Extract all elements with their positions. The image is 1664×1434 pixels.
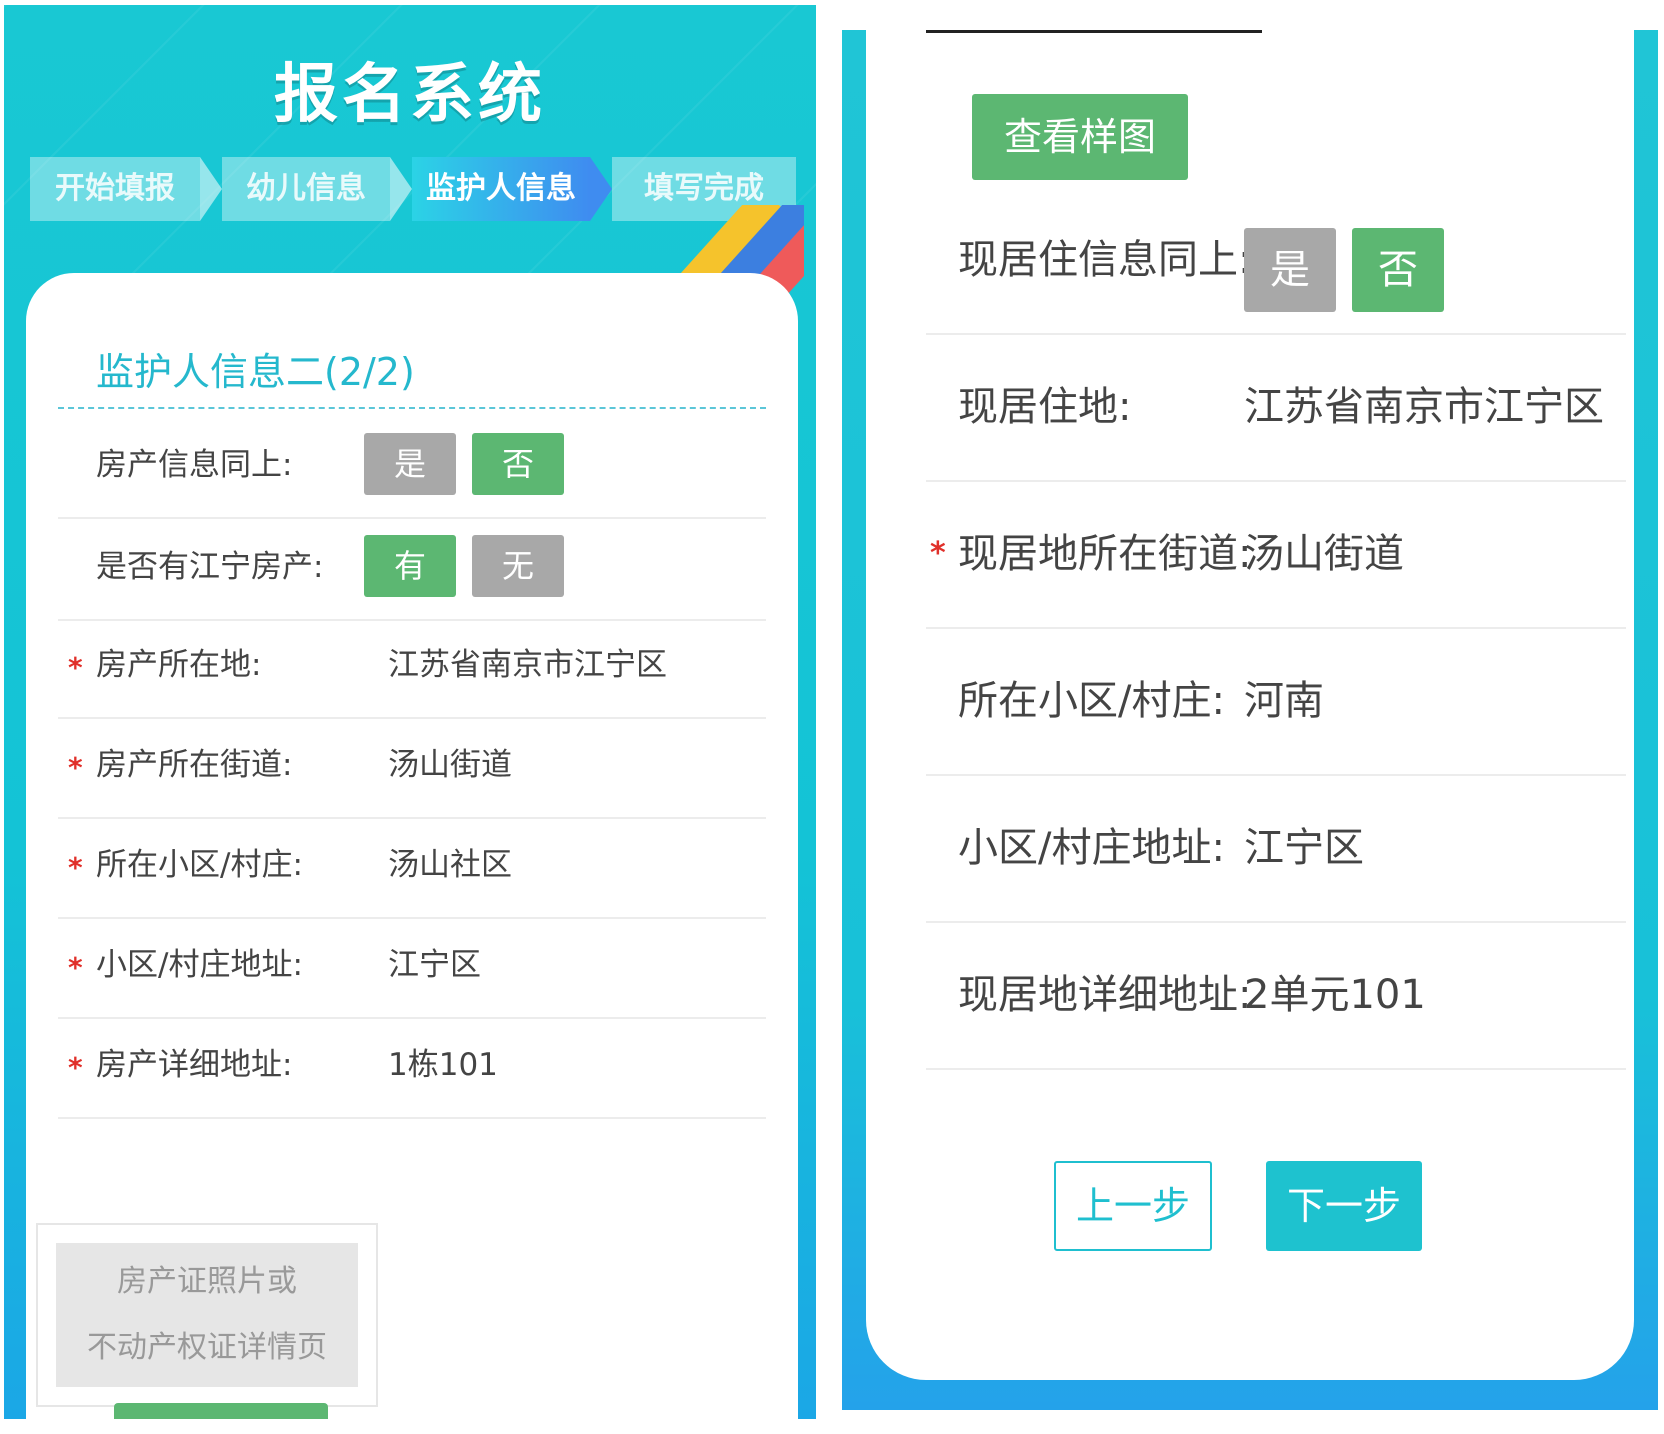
property-detail-address-row[interactable]: * 房产详细地址: 1栋101 — [58, 1013, 766, 1119]
field-label: 现居地所在街道: — [958, 531, 1252, 577]
app-title: 报名系统 — [274, 58, 546, 132]
field-label: 现居住地: — [958, 384, 1132, 430]
field-label: 小区/村庄地址: — [96, 947, 303, 983]
view-sample-button[interactable]: 查看样图 — [972, 94, 1188, 180]
field-value[interactable]: 汤山社区 — [388, 813, 512, 917]
sample-image-button-partial[interactable] — [114, 1403, 328, 1419]
residence-community-row[interactable]: 所在小区/村庄: 河南 — [926, 629, 1626, 776]
required-mark: * — [68, 951, 83, 984]
field-value[interactable]: 江苏省南京市江宁区 — [1244, 335, 1604, 480]
field-label: 房产所在街道: — [96, 747, 293, 783]
property-location-row[interactable]: * 房产所在地: 江苏省南京市江宁区 — [58, 613, 766, 719]
residence-location-row[interactable]: 现居住地: 江苏省南京市江宁区 — [926, 335, 1626, 482]
section-divider — [58, 407, 766, 409]
property-community-row[interactable]: * 所在小区/村庄: 汤山社区 — [58, 813, 766, 919]
right-screen: 查看样图 现居住信息同上: 是 否 现居住地: 江苏省南京市江宁区 * 现居地所… — [842, 30, 1658, 1410]
form-card: 查看样图 现居住信息同上: 是 否 现居住地: 江苏省南京市江宁区 * 现居地所… — [866, 30, 1634, 1380]
step-child-info: 幼儿信息 — [222, 157, 412, 221]
field-value[interactable]: 2单元101 — [1244, 923, 1426, 1068]
field-label: 现居地详细地址: — [958, 972, 1252, 1018]
field-label: 房产信息同上: — [96, 447, 293, 483]
property-certificate-upload[interactable]: 房产证照片或 不动产权证详情页 — [36, 1223, 378, 1407]
has-property-row: 是否有江宁房产: 有 无 — [58, 515, 766, 621]
field-value[interactable]: 江宁区 — [388, 913, 481, 1017]
residence-street-row[interactable]: * 现居地所在街道: 汤山街道 — [926, 482, 1626, 629]
upload-text-line1: 房产证照片或 — [117, 1264, 297, 1299]
field-label: 所在小区/村庄: — [96, 847, 303, 883]
step-guardian-info: 监护人信息 — [412, 157, 612, 221]
divider — [926, 30, 1262, 33]
next-step-button[interactable]: 下一步 — [1266, 1161, 1422, 1251]
field-value[interactable]: 1栋101 — [388, 1013, 498, 1117]
field-value[interactable]: 汤山街道 — [388, 713, 512, 817]
property-same-row: 房产信息同上: 是 否 — [58, 413, 766, 519]
field-value[interactable]: 江宁区 — [1244, 776, 1364, 921]
field-label: 现居住信息同上: — [958, 237, 1252, 283]
step-label: 监护人信息 — [426, 171, 576, 206]
section-title: 监护人信息二(2/2) — [96, 350, 415, 394]
residence-same-no-button[interactable]: 否 — [1352, 228, 1444, 312]
property-same-yes-button[interactable]: 是 — [364, 433, 456, 495]
residence-detail-address-row[interactable]: 现居地详细地址: 2单元101 — [926, 923, 1626, 1070]
has-property-no-button[interactable]: 无 — [472, 535, 564, 597]
required-mark: * — [930, 536, 946, 571]
step-start: 开始填报 — [30, 157, 222, 221]
property-community-address-row[interactable]: * 小区/村庄地址: 江宁区 — [58, 913, 766, 1019]
residence-same-row: 现居住信息同上: 是 否 — [926, 188, 1626, 335]
required-mark: * — [68, 651, 83, 684]
step-label: 开始填报 — [55, 171, 175, 206]
property-same-no-button[interactable]: 否 — [472, 433, 564, 495]
previous-step-button[interactable]: 上一步 — [1054, 1161, 1212, 1251]
field-label: 房产详细地址: — [96, 1047, 293, 1083]
left-screen: 报名系统 开始填报 幼儿信息 监护人信息 填写完成 监护人信息二(2/2) 房产… — [4, 5, 816, 1419]
field-value[interactable]: 汤山街道 — [1244, 482, 1404, 627]
field-label: 小区/村庄地址: — [958, 825, 1225, 871]
field-value[interactable]: 江苏省南京市江宁区 — [388, 613, 667, 717]
required-mark: * — [68, 851, 83, 884]
required-mark: * — [68, 751, 83, 784]
step-label: 幼儿信息 — [246, 171, 366, 206]
field-label: 所在小区/村庄: — [958, 678, 1225, 724]
residence-community-address-row[interactable]: 小区/村庄地址: 江宁区 — [926, 776, 1626, 923]
residence-same-yes-button[interactable]: 是 — [1244, 228, 1336, 312]
required-mark: * — [68, 1051, 83, 1084]
field-value[interactable]: 河南 — [1244, 629, 1324, 774]
upload-text-line2: 不动产权证详情页 — [87, 1330, 327, 1365]
step-label: 填写完成 — [644, 171, 764, 206]
field-label: 是否有江宁房产: — [96, 549, 324, 585]
field-label: 房产所在地: — [96, 647, 262, 683]
has-property-yes-button[interactable]: 有 — [364, 535, 456, 597]
upload-placeholder[interactable]: 房产证照片或 不动产权证详情页 — [56, 1243, 358, 1387]
property-street-row[interactable]: * 房产所在街道: 汤山街道 — [58, 713, 766, 819]
